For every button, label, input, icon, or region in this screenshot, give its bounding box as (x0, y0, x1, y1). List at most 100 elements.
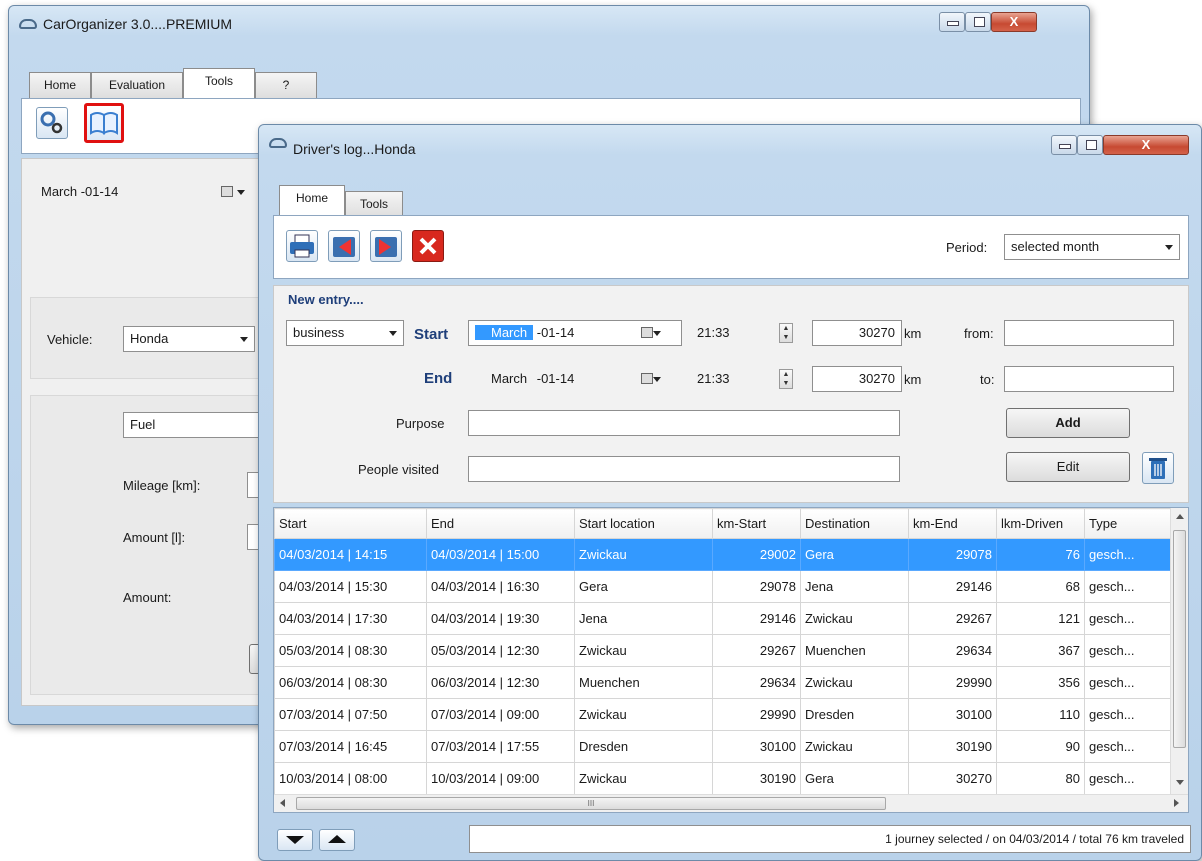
cell: 07/03/2014 | 09:00 (426, 698, 575, 731)
printer-icon (290, 234, 314, 258)
col-destination[interactable]: Destination (800, 508, 909, 539)
start-date-picker[interactable]: March -01-14 (468, 320, 682, 346)
period-select[interactable]: selected month (1004, 234, 1180, 260)
drivers-log-window: Driver's log...Honda X Home Tools Period… (258, 124, 1202, 861)
scroll-right-arrow-icon[interactable] (1174, 799, 1179, 807)
col-km-driven[interactable]: lkm-Driven (996, 508, 1085, 539)
cell: 06/03/2014 | 08:30 (274, 666, 427, 699)
main-titlebar[interactable]: CarOrganizer 3.0....PREMIUM X (9, 6, 1089, 42)
col-km-end[interactable]: km-End (908, 508, 997, 539)
cell: 04/03/2014 | 15:30 (274, 570, 427, 603)
minimize-button[interactable] (939, 12, 965, 32)
trips-grid: Start End Start location km-Start Destin… (273, 507, 1189, 813)
col-km-start[interactable]: km-Start (712, 508, 801, 539)
table-row[interactable]: 06/03/2014 | 08:30 06/03/2014 | 12:30 Mu… (274, 666, 1171, 699)
scroll-left-arrow-icon[interactable] (280, 799, 285, 807)
start-km-input[interactable]: 30270 (812, 320, 902, 346)
drivers-log-button[interactable] (84, 103, 124, 143)
col-end[interactable]: End (426, 508, 575, 539)
scroll-down-arrow-icon[interactable] (1176, 780, 1184, 785)
export-button[interactable] (370, 230, 402, 262)
vehicle-select[interactable]: Honda (123, 326, 255, 352)
edit-button[interactable]: Edit (1006, 452, 1130, 482)
period-label: Period: (946, 240, 988, 255)
log-tab-home[interactable]: Home (279, 185, 345, 215)
move-up-button[interactable] (319, 829, 355, 851)
end-time-input[interactable]: 21:33 ▲ ▼ (690, 366, 802, 392)
end-label: End (424, 370, 453, 387)
trip-type-select[interactable]: business (286, 320, 404, 346)
end-date-picker[interactable]: March -01-14 (468, 366, 682, 392)
table-row[interactable]: 04/03/2014 | 14:15 04/03/2014 | 15:00 Zw… (274, 538, 1171, 571)
col-start-location[interactable]: Start location (574, 508, 713, 539)
vehicle-label: Vehicle: (47, 332, 93, 347)
vehicle-group: Vehicle: Honda (30, 297, 270, 379)
col-start[interactable]: Start (274, 508, 427, 539)
cell: 29078 (712, 570, 801, 603)
table-row[interactable]: 10/03/2014 | 08:00 10/03/2014 | 09:00 Zw… (274, 762, 1171, 795)
trash-icon (1149, 458, 1167, 479)
tab-evaluation[interactable]: Evaluation (91, 72, 183, 98)
vertical-scroll-thumb[interactable] (1173, 530, 1186, 748)
cell: Dresden (800, 698, 909, 731)
scroll-up-arrow-icon[interactable] (1176, 514, 1184, 519)
tab-tools[interactable]: Tools (183, 68, 255, 98)
tab-home-label: Home (43, 78, 76, 92)
settings-button[interactable] (36, 107, 68, 139)
cell: 05/03/2014 | 08:30 (274, 634, 427, 667)
main-date-picker[interactable]: March -01-14 (34, 179, 264, 205)
cell: Zwickau (574, 634, 713, 667)
table-row[interactable]: 04/03/2014 | 17:30 04/03/2014 | 19:30 Je… (274, 602, 1171, 635)
log-titlebar[interactable]: Driver's log...Honda X (259, 125, 1201, 161)
horizontal-scroll-thumb[interactable]: III (296, 797, 886, 810)
trash-button[interactable] (1142, 452, 1174, 484)
cell: 10/03/2014 | 08:00 (274, 762, 427, 795)
purpose-label: Purpose (396, 416, 445, 431)
import-button[interactable] (328, 230, 360, 262)
from-input[interactable] (1004, 320, 1174, 346)
cell: 29634 (712, 666, 801, 699)
trips-table: Start End Start location km-Start Destin… (274, 508, 1171, 795)
cell: Gera (800, 762, 909, 795)
end-date-chevron-icon (653, 377, 661, 382)
cell: 90 (996, 730, 1085, 763)
maximize-button[interactable] (965, 12, 991, 32)
delete-entry-button[interactable] (412, 230, 444, 262)
end-time-value: 21:33 (697, 371, 730, 386)
table-header-row: Start End Start location km-Start Destin… (274, 508, 1171, 539)
close-button[interactable]: X (991, 12, 1037, 32)
tab-help[interactable]: ? (255, 72, 317, 98)
end-km-input[interactable]: 30270 (812, 366, 902, 392)
table-row[interactable]: 05/03/2014 | 08:30 05/03/2014 | 12:30 Zw… (274, 634, 1171, 667)
main-date-value: March -01-14 (41, 184, 119, 199)
start-time-input[interactable]: 21:33 ▲ ▼ (690, 320, 802, 346)
log-minimize-button[interactable] (1051, 135, 1077, 155)
end-time-spinner[interactable]: ▲ ▼ (779, 369, 793, 389)
cell: Zwickau (574, 538, 713, 571)
move-down-button[interactable] (277, 829, 313, 851)
cell: 29078 (908, 538, 997, 571)
col-type[interactable]: Type (1084, 508, 1171, 539)
tab-home[interactable]: Home (29, 72, 91, 98)
period-value: selected month (1011, 239, 1100, 254)
start-month: March (475, 325, 534, 340)
log-maximize-button[interactable] (1077, 135, 1103, 155)
add-button[interactable]: Add (1006, 408, 1130, 438)
cell: 04/03/2014 | 16:30 (426, 570, 575, 603)
end-date-rest: -01-14 (536, 371, 575, 386)
to-input[interactable] (1004, 366, 1174, 392)
cell: 30100 (908, 698, 997, 731)
start-time-spinner[interactable]: ▲ ▼ (779, 323, 793, 343)
horizontal-scrollbar[interactable]: III (274, 794, 1188, 812)
log-close-button[interactable]: X (1103, 135, 1189, 155)
people-visited-input[interactable] (468, 456, 900, 482)
table-row[interactable]: 07/03/2014 | 07:50 07/03/2014 | 09:00 Zw… (274, 698, 1171, 731)
cell: 29990 (908, 666, 997, 699)
print-button[interactable] (286, 230, 318, 262)
log-tab-tools[interactable]: Tools (345, 191, 403, 217)
table-row[interactable]: 04/03/2014 | 15:30 04/03/2014 | 16:30 Ge… (274, 570, 1171, 603)
purpose-input[interactable] (468, 410, 900, 436)
vertical-scrollbar[interactable] (1170, 508, 1188, 794)
table-row[interactable]: 07/03/2014 | 16:45 07/03/2014 | 17:55 Dr… (274, 730, 1171, 763)
new-entry-panel: New entry.... business Start March -01-1… (273, 285, 1189, 503)
